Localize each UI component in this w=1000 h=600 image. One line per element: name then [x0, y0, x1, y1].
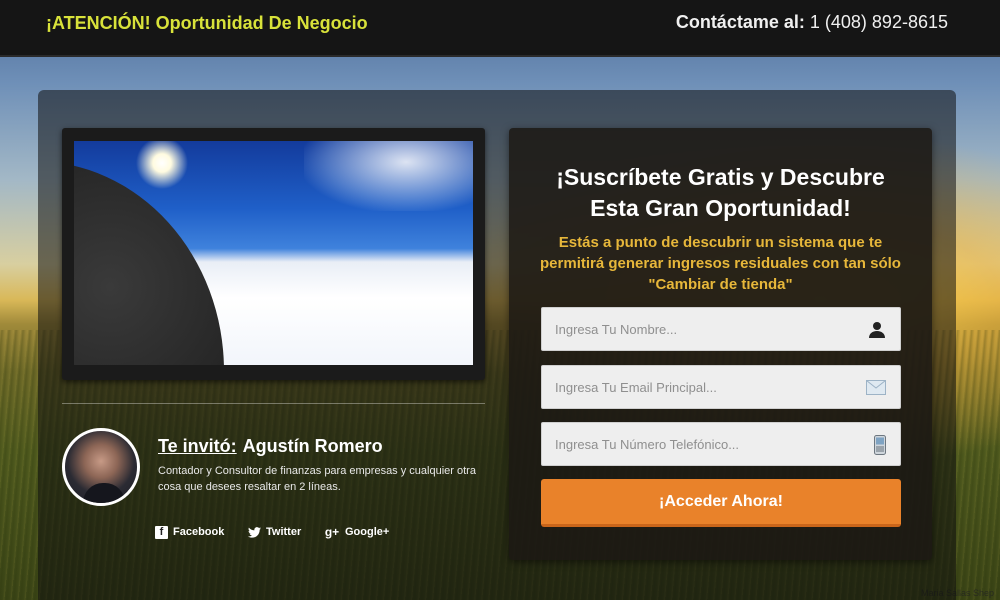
facebook-label: Facebook	[173, 526, 225, 538]
form-title-line1: ¡Suscríbete Gratis y Descubre	[556, 164, 885, 190]
facebook-icon: f	[155, 525, 168, 539]
twitter-link[interactable]: Twitter	[248, 524, 301, 540]
phone-icon	[874, 435, 886, 455]
twitter-label: Twitter	[266, 526, 302, 538]
avatar	[62, 428, 140, 506]
invite-heading: Te invitó: Agustín Romero	[158, 436, 383, 457]
video-planet	[74, 161, 224, 365]
envelope-icon	[866, 380, 886, 398]
divider	[62, 403, 485, 404]
inviter-description: Contador y Consultor de finanzas para em…	[158, 465, 476, 493]
email-field	[541, 365, 901, 409]
name-field	[541, 307, 901, 351]
contact-info: Contáctame al: 1 (408) 892-8615	[676, 12, 948, 33]
facebook-link[interactable]: f Facebook	[155, 524, 224, 540]
form-title-line2: Esta Gran Oportunidad!	[590, 195, 851, 221]
invite-prefix: Te invitó:	[158, 436, 237, 456]
brand-title: ¡ATENCIÓN! Oportunidad De Negocio	[46, 13, 368, 33]
top-bar: ¡ATENCIÓN! Oportunidad De Negocio Contác…	[0, 0, 1000, 57]
form-title: ¡Suscríbete Gratis y Descubre Esta Gran …	[509, 162, 932, 224]
phone-input[interactable]	[542, 423, 900, 465]
form-subtitle: Estás a punto de descubrir un sistema qu…	[540, 234, 901, 293]
name-input[interactable]	[542, 308, 900, 350]
googleplus-link[interactable]: g+ Google+	[324, 524, 389, 540]
user-icon	[868, 321, 886, 339]
inviter-name: Agustín Romero	[242, 436, 383, 456]
twitter-icon	[248, 526, 261, 539]
video-clouds	[304, 141, 473, 211]
googleplus-label: Google+	[345, 526, 390, 538]
signup-form: ¡Suscríbete Gratis y Descubre Esta Gran …	[509, 128, 932, 560]
video-player[interactable]	[74, 141, 473, 365]
contact-phone[interactable]: 1 (408) 892-8615	[810, 12, 948, 32]
contact-label: Contáctame al:	[675, 12, 805, 32]
email-input[interactable]	[542, 366, 900, 408]
googleplus-icon: g+	[324, 525, 340, 539]
submit-button[interactable]: ¡Acceder Ahora!	[541, 479, 901, 527]
phone-field	[541, 422, 901, 466]
